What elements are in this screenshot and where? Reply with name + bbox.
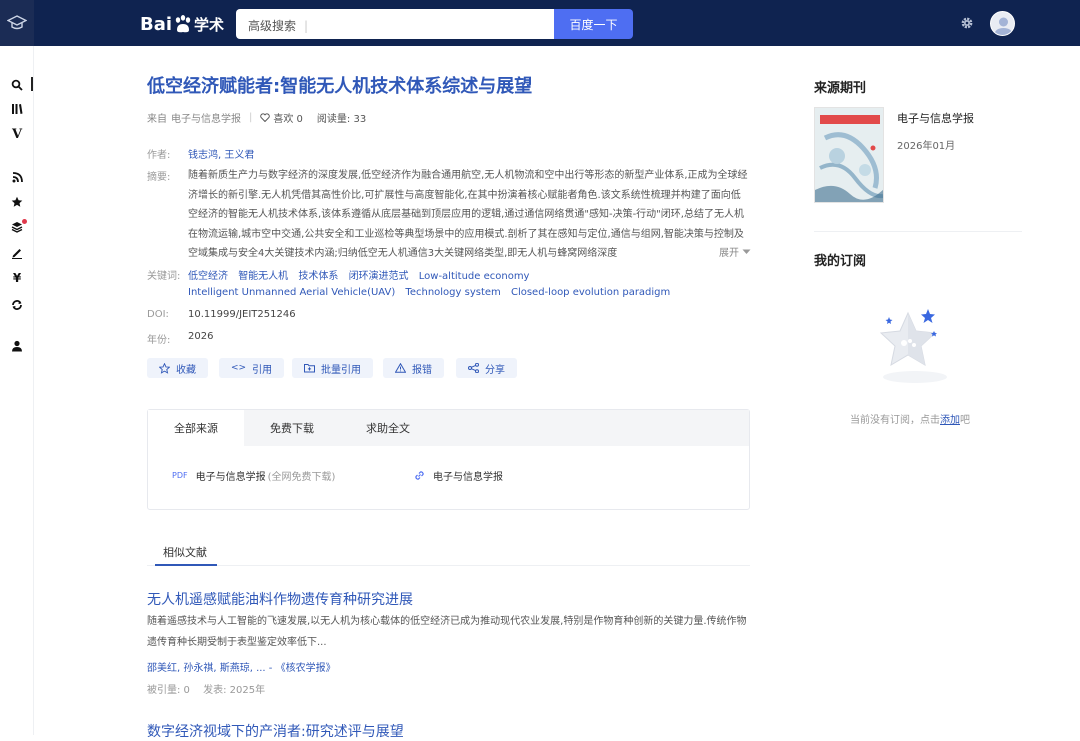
divider	[814, 231, 1022, 232]
pdf-icon: PDF	[172, 471, 188, 480]
source-tabs: 全部来源 免费下载 求助全文	[148, 410, 749, 446]
sidebar	[0, 46, 34, 735]
similar-article-authors[interactable]: 邵美红, 孙永祺, 斯燕琼, ... - 《核农学报》	[147, 659, 336, 674]
folder-plus-icon	[304, 364, 315, 373]
keyword-list-en: Intelligent Unmanned Aerial Vehicle(UAV)…	[188, 287, 677, 298]
share-icon	[468, 363, 479, 373]
library-icon[interactable]	[0, 99, 34, 119]
subscription-heading: 我的订阅	[814, 254, 867, 269]
chevron-down-icon	[742, 249, 751, 254]
paper-title[interactable]: 低空经济赋能者:智能无人机技术体系综述与展望	[147, 72, 532, 98]
tab-all-sources[interactable]: 全部来源	[148, 410, 244, 446]
journal-heading: 来源期刊	[814, 81, 867, 96]
logo-xueshu-text: 学术	[194, 15, 225, 34]
empty-star-illustration	[870, 305, 960, 390]
keyword-link[interactable]: Technology system	[405, 287, 500, 298]
journal-cover[interactable]	[814, 107, 884, 203]
v-icon[interactable]: V	[0, 124, 34, 144]
keyword-link[interactable]: Intelligent Unmanned Aerial Vehicle(UAV)	[188, 287, 395, 298]
source-link[interactable]: 电子与信息学报	[171, 110, 241, 125]
edit-icon[interactable]	[0, 243, 34, 263]
code-icon: <>	[231, 363, 247, 373]
source-name: 电子与信息学报	[195, 472, 266, 483]
collect-button[interactable]: 收藏	[147, 358, 208, 378]
similar-article-title[interactable]: 无人机遥感赋能油料作物遗传育种研究进展	[147, 589, 413, 609]
share-button[interactable]: 分享	[456, 358, 517, 378]
like-button[interactable]: 喜欢 0	[260, 110, 303, 125]
search-button[interactable]: 百度一下	[554, 9, 633, 39]
abstract-label: 摘要:	[147, 172, 171, 183]
star-icon[interactable]	[0, 192, 34, 212]
link-icon	[415, 471, 424, 480]
source-note: (全网免费下载)	[267, 472, 336, 483]
search-icon[interactable]	[0, 75, 34, 95]
baidu-scholar-logo[interactable]: Bai 学术	[140, 11, 224, 37]
tab-underline	[155, 564, 217, 566]
tab-request-fulltext[interactable]: 求助全文	[340, 410, 436, 446]
keyword-list: 低空经济 智能无人机 技术体系 闭环演进范式 Low-altitude econ…	[188, 267, 536, 282]
heart-icon	[260, 113, 271, 122]
keyword-label: 关键词:	[147, 271, 181, 282]
similar-papers-tab[interactable]: 相似文献	[147, 536, 750, 566]
warning-icon	[395, 363, 406, 373]
author-label: 作者:	[147, 150, 171, 161]
notification-dot	[22, 219, 27, 224]
paw-logo-icon	[175, 15, 191, 33]
source-name: 电子与信息学报	[433, 472, 503, 483]
similar-article-title[interactable]: 数字经济视域下的产消者:研究述评与展望	[147, 721, 404, 741]
tab-free-download[interactable]: 免费下载	[244, 410, 340, 446]
search-input[interactable]: 高级搜索 |	[236, 9, 554, 39]
keyword-link[interactable]: 闭环演进范式	[349, 271, 409, 282]
journal-name[interactable]: 电子与信息学报	[897, 110, 974, 126]
source-item-link[interactable]: 电子与信息学报	[414, 468, 503, 483]
cite-button[interactable]: <> 引用	[219, 358, 285, 378]
gear-icon[interactable]	[960, 16, 974, 30]
read-count: 阅读量: 33	[316, 114, 367, 125]
doi-label: DOI:	[147, 309, 169, 320]
add-subscription-link[interactable]: 添加	[940, 415, 960, 426]
source-prefix: 来自	[147, 114, 167, 125]
rss-icon[interactable]	[0, 167, 34, 187]
user-icon[interactable]	[0, 336, 34, 356]
graduation-cap-icon[interactable]	[0, 0, 34, 46]
expand-button[interactable]: 展开	[719, 244, 751, 259]
keyword-link[interactable]: 低空经济	[188, 271, 228, 282]
keyword-link[interactable]: 技术体系	[298, 271, 338, 282]
similar-article-abstract: 随着遥感技术与人工智能的飞速发展,以无人机为核心载体的低空经济已成为推动现代农业…	[147, 616, 747, 648]
doi-value[interactable]: 10.11999/JEIT251246	[188, 309, 296, 320]
report-error-button[interactable]: 报错	[383, 358, 444, 378]
year-label: 年份:	[147, 335, 171, 346]
journal-date: 2026年01月	[897, 141, 956, 152]
empty-subscription-text: 当前没有订阅，点击添加吧	[850, 415, 970, 426]
keyword-link[interactable]: Low-altitude economy	[419, 271, 530, 282]
logo-bai-text: Bai	[140, 13, 173, 35]
similar-article-meta: 被引量: 0 发表: 2025年	[147, 685, 266, 696]
source-item-pdf[interactable]: PDF 电子与信息学报 (全网免费下载)	[172, 468, 335, 483]
batch-cite-button[interactable]: 批量引用	[292, 358, 373, 378]
refresh-icon[interactable]	[0, 295, 34, 315]
keyword-link[interactable]: Closed-loop evolution paradigm	[511, 287, 670, 298]
avatar[interactable]	[990, 11, 1015, 36]
source-panel: 全部来源 免费下载 求助全文 PDF 电子与信息学报 (全网免费下载) 电子与信…	[147, 409, 750, 510]
paper-meta: 来自 电子与信息学报 | 喜欢 0 阅读量: 33	[147, 110, 366, 125]
year-value: 2026	[188, 331, 214, 342]
meta-divider: |	[249, 112, 253, 123]
layers-icon[interactable]	[0, 217, 34, 237]
keyword-link[interactable]: 智能无人机	[238, 271, 288, 282]
star-outline-icon	[159, 362, 170, 374]
author-links[interactable]: 钱志鸿, 王义君	[188, 146, 254, 161]
yen-icon[interactable]: ¥	[0, 268, 34, 288]
